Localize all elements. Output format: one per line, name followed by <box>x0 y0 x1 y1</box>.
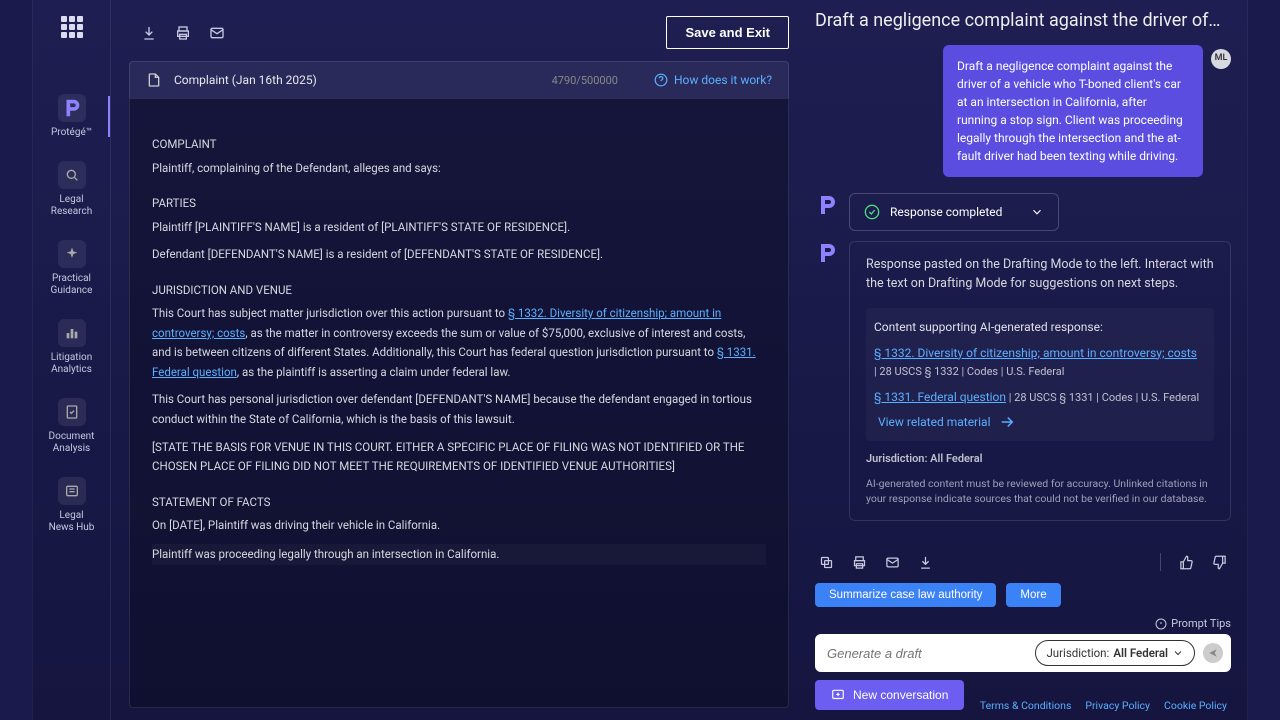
download-icon[interactable] <box>918 555 933 570</box>
user-message: Draft a negligence complaint against the… <box>943 45 1203 177</box>
chat-plus-icon <box>831 688 845 702</box>
editor-toolbar: Save and Exit <box>129 16 789 49</box>
protege-logo-icon <box>58 94 86 122</box>
download-icon[interactable] <box>141 25 157 41</box>
privacy-link[interactable]: Privacy Policy <box>1085 699 1150 712</box>
chat-input-row: Jurisdiction: All Federal <box>815 634 1231 672</box>
doc-paragraph: This Court has personal jurisdiction ove… <box>152 390 766 429</box>
doc-paragraph: [STATE THE BASIS FOR VENUE IN THIS COURT… <box>152 438 766 477</box>
doc-paragraph: This Court has subject matter jurisdicti… <box>152 304 766 382</box>
chat-input[interactable] <box>827 646 1027 661</box>
nav-legal-research[interactable]: Legal Research <box>33 155 110 224</box>
nav-label: Legal News Hub <box>49 510 95 534</box>
terms-link[interactable]: Terms & Conditions <box>980 699 1072 712</box>
response-status-toggle[interactable]: Response completed <box>849 193 1059 231</box>
thumbs-up-icon[interactable] <box>1179 555 1194 570</box>
jurisdiction-select[interactable]: Jurisdiction: All Federal <box>1035 640 1195 666</box>
nav-label: Litigation Analytics <box>51 352 93 376</box>
mail-icon[interactable] <box>885 555 900 570</box>
mail-icon[interactable] <box>209 25 225 41</box>
ai-avatar-icon <box>815 241 839 265</box>
thumbs-down-icon[interactable] <box>1212 555 1227 570</box>
chevron-down-icon <box>1172 647 1184 659</box>
response-actions <box>815 545 1231 579</box>
nav-litigation-analytics[interactable]: Litigation Analytics <box>33 313 110 382</box>
view-related-link[interactable]: View related material <box>874 413 1206 431</box>
disclaimer-text: AI-generated content must be reviewed fo… <box>866 477 1214 506</box>
suggestion-chips: Summarize case law authority More <box>815 579 1231 615</box>
nav-protege[interactable]: Protégé™ <box>33 88 110 145</box>
chat-panel: Draft a negligence complaint against the… <box>807 0 1247 720</box>
doc-paragraph: On [DATE], Plaintiff was driving their v… <box>152 516 766 536</box>
editor-column: Save and Exit Complaint (Jan 16th 2025) … <box>111 0 807 720</box>
doc-paragraph: Defendant [DEFENDANT'S NAME] is a reside… <box>152 245 766 265</box>
search-doc-icon <box>58 161 86 189</box>
nav-document-analysis[interactable]: Document Analysis <box>33 392 110 461</box>
apps-grid-icon[interactable] <box>61 16 83 38</box>
doc-title: Complaint (Jan 16th 2025) <box>174 73 317 87</box>
news-icon <box>58 477 86 505</box>
response-text: Response pasted on the Drafting Mode to … <box>866 256 1214 294</box>
nav-label: Protégé™ <box>51 127 92 139</box>
sparkle-icon <box>58 240 86 268</box>
nav-label: Document Analysis <box>49 431 95 455</box>
ai-avatar-icon <box>815 193 839 217</box>
doc-paragraph: Plaintiff [PLAINTIFF'S NAME] is a reside… <box>152 218 766 238</box>
doc-section: JURISDICTION AND VENUE <box>152 281 766 301</box>
doc-paragraph: Plaintiff, complaining of the Defendant,… <box>152 159 766 179</box>
send-button[interactable] <box>1203 643 1223 663</box>
prompt-tips-link[interactable]: Prompt Tips <box>1155 617 1231 630</box>
user-avatar: ML <box>1211 49 1231 69</box>
chat-title: Draft a negligence complaint against the… <box>815 10 1231 31</box>
cookie-link[interactable]: Cookie Policy <box>1164 699 1227 712</box>
doc-heading: COMPLAINT <box>152 135 766 155</box>
jurisdiction-label: Jurisdiction: All Federal <box>866 451 1214 468</box>
bar-chart-icon <box>58 319 86 347</box>
more-chip[interactable]: More <box>1006 583 1060 607</box>
doc-header: Complaint (Jan 16th 2025) 4790/500000 Ho… <box>129 61 789 98</box>
citation-link[interactable]: § 1332. Diversity of citizenship; amount… <box>874 346 1197 360</box>
how-does-it-work-link[interactable]: How does it work? <box>654 73 772 87</box>
citation-link[interactable]: § 1331. Federal question <box>874 390 1006 404</box>
nav-label: Legal Research <box>51 194 92 218</box>
citation-meta: | 28 USCS § 1332 | Codes | U.S. Federal <box>874 364 1206 381</box>
doc-paragraph-highlighted: Plaintiff was proceeding legally through… <box>152 544 766 566</box>
document-check-icon <box>58 398 86 426</box>
nav-legal-news[interactable]: Legal News Hub <box>33 471 110 540</box>
supporting-content: Content supporting AI-generated response… <box>866 308 1214 441</box>
file-icon <box>146 72 162 88</box>
print-icon[interactable] <box>852 555 867 570</box>
summarize-chip[interactable]: Summarize case law authority <box>815 583 996 607</box>
sidebar: Protégé™ Legal Research Practical Guidan… <box>33 0 111 720</box>
response-card: Response pasted on the Drafting Mode to … <box>849 241 1231 521</box>
new-conversation-button[interactable]: New conversation <box>815 680 964 710</box>
save-exit-button[interactable]: Save and Exit <box>666 16 789 49</box>
print-icon[interactable] <box>175 25 191 41</box>
nav-label: Practical Guidance <box>51 273 93 297</box>
check-icon <box>864 204 880 220</box>
copy-icon[interactable] <box>819 555 834 570</box>
document-editor[interactable]: COMPLAINT Plaintiff, complaining of the … <box>129 98 789 708</box>
doc-section: PARTIES <box>152 194 766 214</box>
nav-practical-guidance[interactable]: Practical Guidance <box>33 234 110 303</box>
char-count: 4790/500000 <box>552 74 618 87</box>
doc-section: STATEMENT OF FACTS <box>152 493 766 513</box>
chevron-down-icon <box>1030 205 1044 219</box>
footer-links: Terms & Conditions Privacy Policy Cookie… <box>980 699 1227 712</box>
